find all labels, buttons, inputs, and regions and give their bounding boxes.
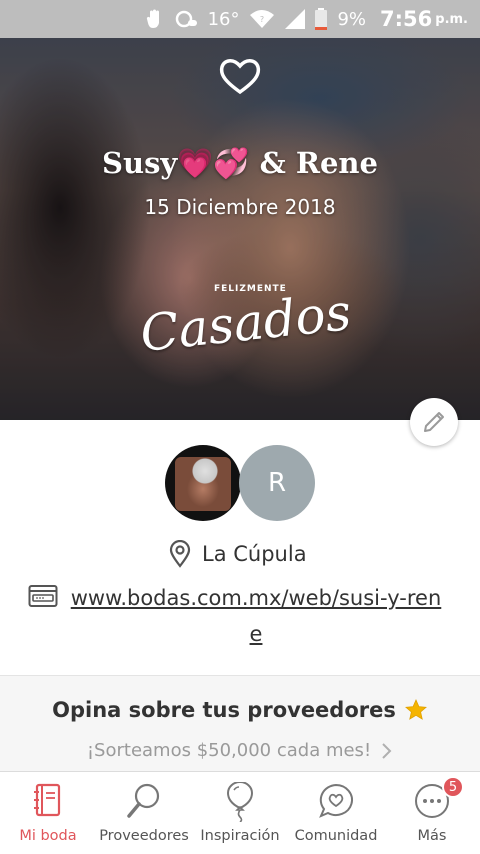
notification-badge: 5 [442,776,464,798]
bottom-navigation: Mi boda Proveedores Inspiración Comunida… [0,771,480,854]
pencil-icon [424,412,444,432]
review-subtitle: ¡Sorteamos $50,000 cada mes! [86,740,372,761]
review-banner[interactable]: Opina sobre tus proveedores ¡Sorteamos $… [0,675,480,771]
website-link[interactable]: www.bodas.com.mx/web/susi-y-rene [66,580,446,652]
review-subtitle-row: ¡Sorteamos $50,000 cada mes! [0,740,480,761]
signal-icon [285,9,306,29]
review-title-row: Opina sobre tus proveedores [0,698,480,722]
venue-name: La Cúpula [202,542,307,566]
nav-label-comunidad: Comunidad [294,828,378,844]
nav-label-mi-boda: Mi boda [19,828,77,844]
wifi-icon: ? [249,9,275,29]
balloon-icon [226,782,254,822]
couple-avatars: R [165,445,315,521]
wedding-date: 15 Diciembre 2018 [144,195,336,219]
weather-icon [175,10,197,28]
status-bar: 16° ? 9% 7:56 p.m. [0,0,480,38]
magnifier-icon [127,783,160,818]
avatar-photo[interactable] [165,445,241,521]
temperature: 16° [207,8,240,30]
nav-label-inspiracion: Inspiración [200,828,280,844]
location-pin-icon [169,540,191,568]
edit-cover-button[interactable] [410,398,458,446]
venue-row[interactable]: La Cúpula [168,540,307,568]
heart-logo-icon [219,59,261,95]
nav-mas[interactable]: 5 Más [384,772,480,854]
hero-cover-photo[interactable]: Susy💗💞 & Rene 15 Diciembre 2018 FELIZMEN… [0,38,480,420]
couple-names: Susy💗💞 & Rene [102,146,378,180]
nav-mi-boda[interactable]: Mi boda [0,772,96,854]
review-title: Opina sobre tus proveedores [52,698,396,722]
nav-label-mas: Más [417,828,447,844]
nav-label-proveedores: Proveedores [99,828,189,844]
website-row[interactable]: www.bodas.com.mx/web/susi-y-rene [28,580,448,652]
wedding-home-screen: 16° ? 9% 7:56 p.m. Susy💗💞 & Rene 15 Dici… [0,0,480,854]
chevron-right-icon [382,742,392,759]
clock-ampm: p.m. [435,11,468,27]
notification-hand-icon [146,9,159,28]
browser-window-icon [28,585,58,607]
nav-proveedores[interactable]: Proveedores [96,772,192,854]
avatar-partner[interactable]: R [239,445,315,521]
star-icon [404,699,427,720]
notebook-icon [34,783,61,817]
avatar-partner-initial: R [267,468,287,498]
clock: 7:56 [380,7,433,31]
chat-heart-icon [319,783,353,818]
nav-inspiracion[interactable]: Inspiración [192,772,288,854]
status-left-icons: 16° [146,8,240,30]
battery-percent: 9% [337,8,367,30]
svg-text:?: ? [260,15,264,24]
battery-icon [315,8,328,30]
nav-comunidad[interactable]: Comunidad [288,772,384,854]
avatar-photo-image [175,457,231,511]
